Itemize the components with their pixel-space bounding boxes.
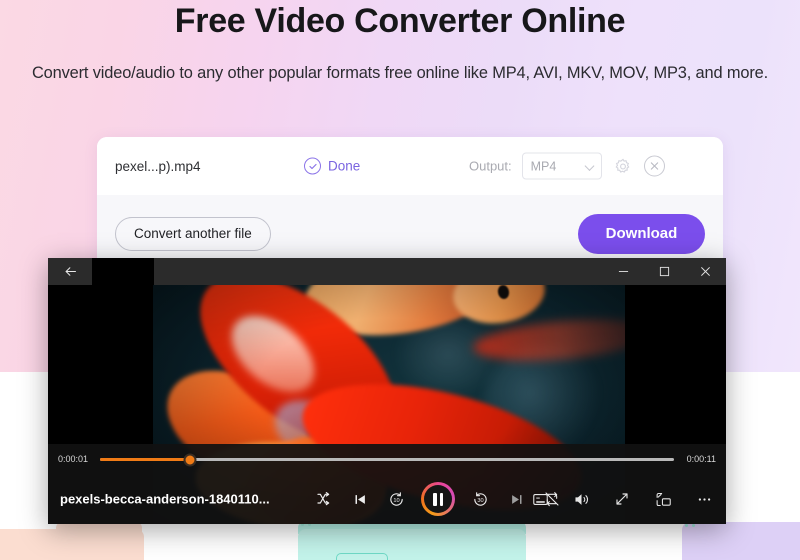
card-lavender-dot-right xyxy=(692,524,695,527)
current-time-label: 0:00:01 xyxy=(58,454,89,464)
card-lavender-dot-left xyxy=(685,524,688,527)
shuffle-icon[interactable] xyxy=(313,488,335,510)
player-controls: 0:00:01 0:00:11 pexels-becca-anderson-18… xyxy=(48,444,726,524)
page-root: Free Video Converter Online Convert vide… xyxy=(0,0,800,560)
forward-30-icon[interactable]: 30 xyxy=(469,488,491,510)
page-title: Free Video Converter Online xyxy=(174,2,626,40)
output-format-group: Output: MP4 xyxy=(469,152,665,180)
video-stage[interactable]: 0:00:01 0:00:11 pexels-becca-anderson-18… xyxy=(48,285,726,524)
page-subtitle: Convert video/audio to any other popular… xyxy=(31,64,768,82)
clip-title: pexels-becca-anderson-1840110... xyxy=(60,491,270,507)
svg-text:30: 30 xyxy=(477,498,483,504)
player-titlebar xyxy=(48,258,726,285)
converter-card: pexel...p).mp4 Done Output: MP4 Convert … xyxy=(97,137,723,272)
converter-file-row: pexel...p).mp4 Done Output: MP4 xyxy=(97,137,723,195)
titlebar-dark-area xyxy=(92,258,154,285)
progress-track[interactable] xyxy=(100,453,674,466)
svg-text:10: 10 xyxy=(393,498,399,504)
pause-bar-right xyxy=(439,492,443,506)
check-circle-icon xyxy=(304,157,321,175)
rewind-10-icon[interactable]: 10 xyxy=(385,488,407,510)
player-buttons-row: pexels-becca-anderson-1840110... 10 30 xyxy=(48,474,726,524)
card-mint-inner-shape xyxy=(336,553,388,560)
video-player-window: 0:00:01 0:00:11 pexels-becca-anderson-18… xyxy=(48,258,726,524)
progress-thumb[interactable] xyxy=(183,453,197,466)
fullscreen-icon[interactable] xyxy=(612,489,632,509)
maximize-icon[interactable] xyxy=(644,258,685,285)
output-format-select[interactable]: MP4 xyxy=(521,152,602,180)
next-track-icon[interactable] xyxy=(505,488,527,510)
total-time-label: 0:00:11 xyxy=(686,454,716,464)
center-playback-controls: 10 30 xyxy=(313,482,563,516)
pause-bar-left xyxy=(433,492,437,506)
convert-another-file-button[interactable]: Convert another file xyxy=(115,216,271,251)
card-lavender xyxy=(682,529,800,560)
card-peach xyxy=(0,529,144,560)
close-icon[interactable] xyxy=(685,258,726,285)
file-name-label: pexel...p).mp4 xyxy=(115,158,201,174)
window-controls xyxy=(603,258,726,285)
right-playback-controls xyxy=(530,489,714,509)
card-mint xyxy=(298,529,526,560)
closed-captions-icon[interactable] xyxy=(530,489,550,509)
progress-fill xyxy=(100,458,191,461)
volume-icon[interactable] xyxy=(571,489,591,509)
output-format-value: MP4 xyxy=(530,159,557,173)
back-arrow-icon[interactable] xyxy=(48,258,92,285)
previous-track-icon[interactable] xyxy=(349,488,371,510)
chevron-down-icon xyxy=(584,161,595,171)
download-button[interactable]: Download xyxy=(578,213,705,254)
pause-icon xyxy=(424,485,452,513)
mini-player-icon[interactable] xyxy=(653,489,673,509)
conversion-status: Done xyxy=(304,157,361,175)
gear-icon[interactable] xyxy=(612,155,634,177)
play-pause-button[interactable] xyxy=(421,482,455,516)
status-text: Done xyxy=(328,158,361,174)
output-label: Output: xyxy=(469,158,512,174)
minimize-icon[interactable] xyxy=(603,258,644,285)
close-circle-icon[interactable] xyxy=(643,155,665,177)
more-options-icon[interactable] xyxy=(694,489,714,509)
progress-row: 0:00:01 0:00:11 xyxy=(48,444,726,474)
